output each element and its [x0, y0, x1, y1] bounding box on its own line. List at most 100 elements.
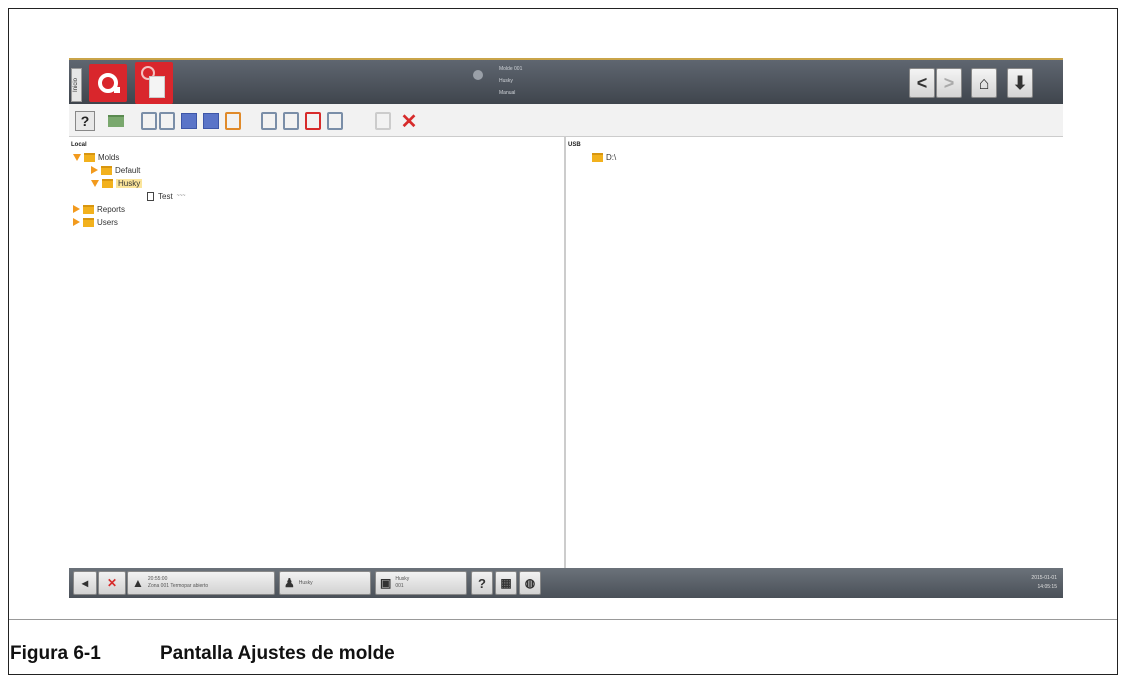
- home-button[interactable]: ⌂: [971, 68, 997, 98]
- tree-item-drive-d[interactable]: D:\: [592, 151, 616, 163]
- tree-item-label: Molds: [98, 152, 120, 162]
- copy-button[interactable]: [259, 111, 279, 131]
- mold-name: Husky: [395, 576, 410, 582]
- user-text: Husky: [298, 579, 313, 586]
- logout-button[interactable]: ⬇: [1007, 68, 1033, 98]
- tree-item-reports[interactable]: Reports: [73, 203, 125, 215]
- side-tab[interactable]: Inicio: [71, 68, 82, 102]
- file-detail: ~~~: [176, 193, 186, 199]
- status-line-2: Husky: [499, 78, 513, 84]
- expanded-arrow-icon: [91, 179, 99, 187]
- tree-item-users[interactable]: Users: [73, 216, 118, 228]
- collapsed-arrow-icon: [73, 205, 80, 213]
- tree-item-test[interactable]: Test ~~~: [147, 190, 185, 202]
- time-text: 14:05:15: [1037, 584, 1057, 590]
- status-line-3: Manual: [499, 90, 516, 96]
- back-button[interactable]: <: [909, 68, 935, 98]
- delete-file-icon: [305, 112, 321, 130]
- logo-icon: [98, 73, 120, 93]
- mold-icon: ▣: [380, 576, 392, 590]
- print-icon: [159, 112, 175, 130]
- collapsed-arrow-icon: [73, 218, 80, 226]
- copy-icon: [261, 112, 277, 130]
- screenshot-button[interactable]: ▦: [495, 571, 517, 595]
- caption-divider: [9, 619, 1117, 620]
- save-as-button[interactable]: [201, 111, 221, 131]
- print-button[interactable]: [157, 111, 177, 131]
- paste-button[interactable]: [281, 111, 301, 131]
- user-icon: ♟: [284, 576, 295, 590]
- help-button[interactable]: ?: [75, 111, 95, 131]
- export-button[interactable]: [223, 111, 243, 131]
- mold-setup-button[interactable]: [135, 62, 173, 104]
- mold-icon: [149, 76, 165, 98]
- language-button[interactable]: ◍: [519, 571, 541, 595]
- usb-panel[interactable]: USB D:\: [566, 137, 1063, 568]
- alarm-reset-button[interactable]: ✕: [98, 571, 126, 595]
- new-file-button[interactable]: [139, 111, 159, 131]
- tree-item-husky[interactable]: Husky: [91, 177, 143, 189]
- user-button[interactable]: ♟ Husky: [279, 571, 371, 595]
- figure-caption: Figura 6-1 Pantalla Ajustes de molde: [10, 624, 1110, 684]
- expanded-arrow-icon: [73, 153, 81, 161]
- top-bar: Inicio Molde 001 Husky Manual < > ⌂ ⬇: [69, 58, 1063, 104]
- delete-file-button[interactable]: [303, 111, 323, 131]
- folder-icon: [102, 178, 113, 188]
- date-time: 2015-01-01 14:05:15: [1031, 574, 1057, 592]
- mute-button[interactable]: ◂: [73, 571, 97, 595]
- tree-item-label: Husky: [116, 178, 143, 188]
- mold-text: Husky 001: [395, 576, 409, 590]
- file-icon: [147, 191, 154, 201]
- status-help-button[interactable]: ?: [471, 571, 493, 595]
- folder-icon: [101, 165, 112, 175]
- tree-item-label: D:\: [606, 152, 617, 162]
- local-header: Local: [71, 142, 87, 148]
- speaker-icon: ◂: [81, 576, 89, 590]
- save-button[interactable]: [179, 111, 199, 131]
- forward-button[interactable]: >: [936, 68, 962, 98]
- open-folder-button[interactable]: [107, 111, 127, 131]
- figure-title: Pantalla Ajustes de molde: [160, 643, 395, 664]
- tree-item-label: Users: [97, 217, 118, 227]
- status-dot-icon: [473, 70, 483, 80]
- export-icon: [225, 112, 241, 130]
- rename-button[interactable]: [325, 111, 345, 131]
- undo-icon: [375, 112, 391, 130]
- help-icon: ?: [478, 575, 486, 591]
- date-text: 2015-01-01: [1031, 575, 1057, 581]
- alarm-message-button[interactable]: ▲ 20:55:00 Zona 001 Termopar abierto: [127, 571, 275, 595]
- alarm-time: 20:55:00: [147, 576, 168, 582]
- status-bar: ◂ ✕ ▲ 20:55:00 Zona 001 Termopar abierto…: [69, 568, 1063, 598]
- folder-icon: [107, 115, 124, 127]
- mold-sub: 001: [395, 583, 404, 589]
- file-toolbar: ? ✕: [69, 104, 1063, 137]
- globe-icon: ◍: [524, 576, 536, 590]
- tree-item-label: Default: [115, 165, 141, 175]
- alarm-text: 20:55:00 Zona 001 Termopar abierto: [148, 576, 208, 590]
- figure-number: Figura 6-1: [10, 643, 101, 664]
- camera-icon: ▦: [500, 576, 512, 590]
- save-as-icon: [203, 113, 219, 129]
- tree-item-label: Test: [158, 191, 173, 201]
- undo-button[interactable]: [373, 111, 393, 131]
- paste-icon: [283, 112, 299, 130]
- save-icon: [181, 113, 197, 129]
- local-panel[interactable]: Local Molds Default Husky Test ~~~ Repor…: [69, 137, 566, 568]
- alarm-clear-icon: ✕: [106, 576, 118, 590]
- tree-item-molds[interactable]: Molds: [73, 151, 119, 163]
- usb-header: USB: [568, 142, 581, 148]
- folder-icon: [592, 152, 603, 162]
- folder-icon: [83, 204, 94, 214]
- tree-item-default[interactable]: Default: [91, 164, 140, 176]
- status-indicator[interactable]: Molde 001 Husky Manual: [469, 64, 559, 102]
- collapsed-arrow-icon: [91, 166, 98, 174]
- status-line-1: Molde 001: [499, 66, 523, 72]
- folder-icon: [84, 152, 95, 162]
- new-file-icon: [141, 112, 157, 130]
- mold-setup-screen: Inicio Molde 001 Husky Manual < > ⌂ ⬇ ?: [69, 58, 1063, 598]
- alarm-description: Zona 001 Termopar abierto: [147, 583, 209, 589]
- close-button[interactable]: ✕: [399, 111, 419, 133]
- tree-item-label: Reports: [97, 204, 126, 214]
- home-logo-button[interactable]: [89, 64, 127, 102]
- mold-button[interactable]: ▣ Husky 001: [375, 571, 467, 595]
